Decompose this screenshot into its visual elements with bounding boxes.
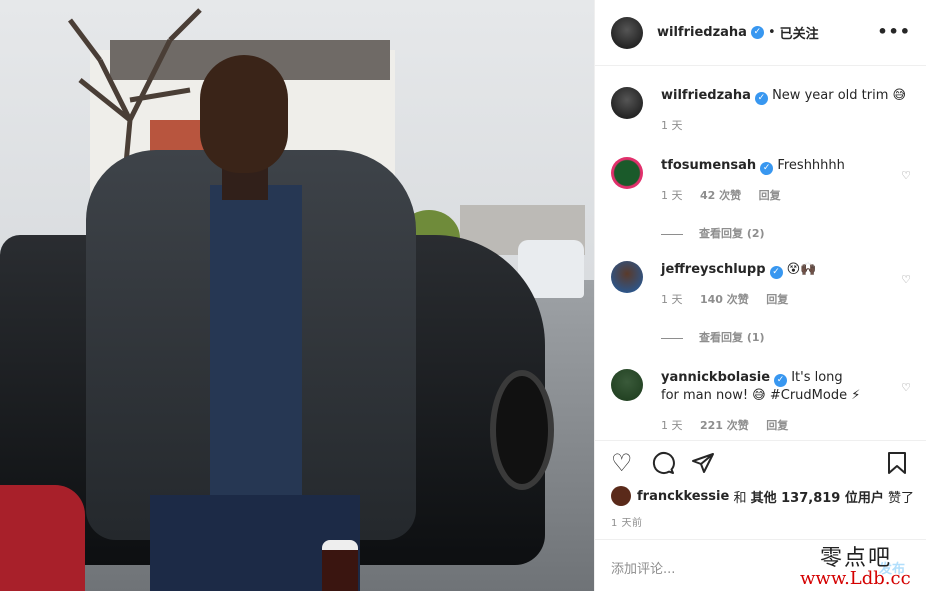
likes-and: 和: [733, 490, 747, 506]
verified-badge-icon: ✓: [774, 374, 788, 387]
follow-status-button[interactable]: 已关注: [780, 23, 819, 42]
replies-divider: [661, 233, 683, 235]
view-replies-label: 查看回复 (1): [699, 331, 765, 344]
photo-person-hoodie: [210, 185, 302, 515]
list-item: tfosumensah ✓ Freshhhhh 1 天 42 次赞 回复 ♡: [611, 157, 911, 203]
view-replies-button[interactable]: 查看回复 (2): [661, 225, 765, 241]
post-photo[interactable]: [0, 0, 594, 591]
likes-others[interactable]: 其他 137,819 位用户: [751, 487, 884, 506]
comment-username[interactable]: yannickbolasie: [661, 370, 770, 385]
comment-time[interactable]: 1 天: [661, 419, 683, 432]
list-item: jeffreyschlupp ✓ 😵🙌🏿 1 天 140 次赞 回复 ♡: [611, 261, 911, 307]
more-icon[interactable]: •••: [877, 22, 911, 41]
photo-wheel: [490, 370, 554, 490]
caption-time[interactable]: 1 天: [661, 119, 683, 132]
avatar[interactable]: [611, 261, 643, 293]
comment-likes[interactable]: 221 次赞: [700, 419, 749, 432]
verified-badge-icon: ✓: [760, 162, 774, 175]
comment-time[interactable]: 1 天: [661, 293, 683, 306]
post-time[interactable]: 1 天前: [611, 514, 643, 529]
caption-text: New year old trim 😅: [772, 88, 907, 103]
avatar[interactable]: [611, 157, 643, 189]
verified-badge-icon: ✓: [750, 26, 764, 39]
comment-likes[interactable]: 140 次赞: [700, 293, 749, 306]
heart-icon[interactable]: ♡: [901, 381, 911, 394]
comment-text: Freshhhhh: [777, 158, 845, 173]
comment-input[interactable]: 添加评论...: [611, 558, 675, 577]
likes-summary: franckkessie 和 其他 137,819 位用户 赞了: [611, 486, 914, 506]
photo-bottle: [322, 540, 358, 591]
reply-button[interactable]: 回复: [759, 189, 781, 202]
verified-badge-icon: ✓: [769, 266, 783, 279]
avatar[interactable]: [611, 486, 631, 506]
comment-text: 😵🙌🏿: [786, 262, 817, 277]
bookmark-icon[interactable]: [885, 451, 909, 475]
comment-username[interactable]: tfosumensah: [661, 158, 756, 173]
avatar[interactable]: [611, 369, 643, 401]
watermark-url: www.Ldb.cc: [800, 568, 911, 589]
likes-liked: 赞了: [888, 490, 915, 506]
heart-icon[interactable]: ♡: [611, 451, 633, 475]
post-side-panel: wilfriedzaha ✓ • 已关注 ••• wilfriedzaha ✓ N…: [594, 0, 926, 591]
comment-likes[interactable]: 42 次赞: [700, 189, 741, 202]
comment-icon[interactable]: [651, 451, 675, 475]
heart-icon[interactable]: ♡: [901, 273, 911, 286]
view-replies-button[interactable]: 查看回复 (1): [661, 329, 765, 345]
action-bar: ♡: [595, 440, 926, 490]
share-icon[interactable]: [691, 451, 715, 475]
caption: wilfriedzaha ✓ New year old trim 😅 1 天: [611, 87, 911, 133]
avatar[interactable]: [611, 16, 643, 49]
caption-username[interactable]: wilfriedzaha: [661, 88, 751, 103]
reply-button[interactable]: 回复: [766, 419, 788, 432]
comment-time[interactable]: 1 天: [661, 189, 683, 202]
header-username[interactable]: wilfriedzaha: [657, 25, 747, 40]
photo-person-head: [200, 55, 288, 173]
list-item: yannickbolasie ✓ It's long for man now! 😅…: [611, 369, 911, 433]
verified-badge-icon: ✓: [754, 92, 768, 105]
header-separator: •: [767, 25, 776, 40]
avatar[interactable]: [611, 87, 643, 119]
post-header: wilfriedzaha ✓ • 已关注 •••: [595, 0, 926, 66]
view-replies-label: 查看回复 (2): [699, 227, 765, 240]
reply-button[interactable]: 回复: [766, 293, 788, 306]
comment-username[interactable]: jeffreyschlupp: [661, 262, 766, 277]
heart-icon[interactable]: ♡: [901, 169, 911, 182]
comments-list[interactable]: wilfriedzaha ✓ New year old trim 😅 1 天 tf…: [595, 67, 926, 439]
replies-divider: [661, 337, 683, 339]
likes-user[interactable]: franckkessie: [637, 489, 729, 504]
photo-taillight: [0, 485, 85, 591]
